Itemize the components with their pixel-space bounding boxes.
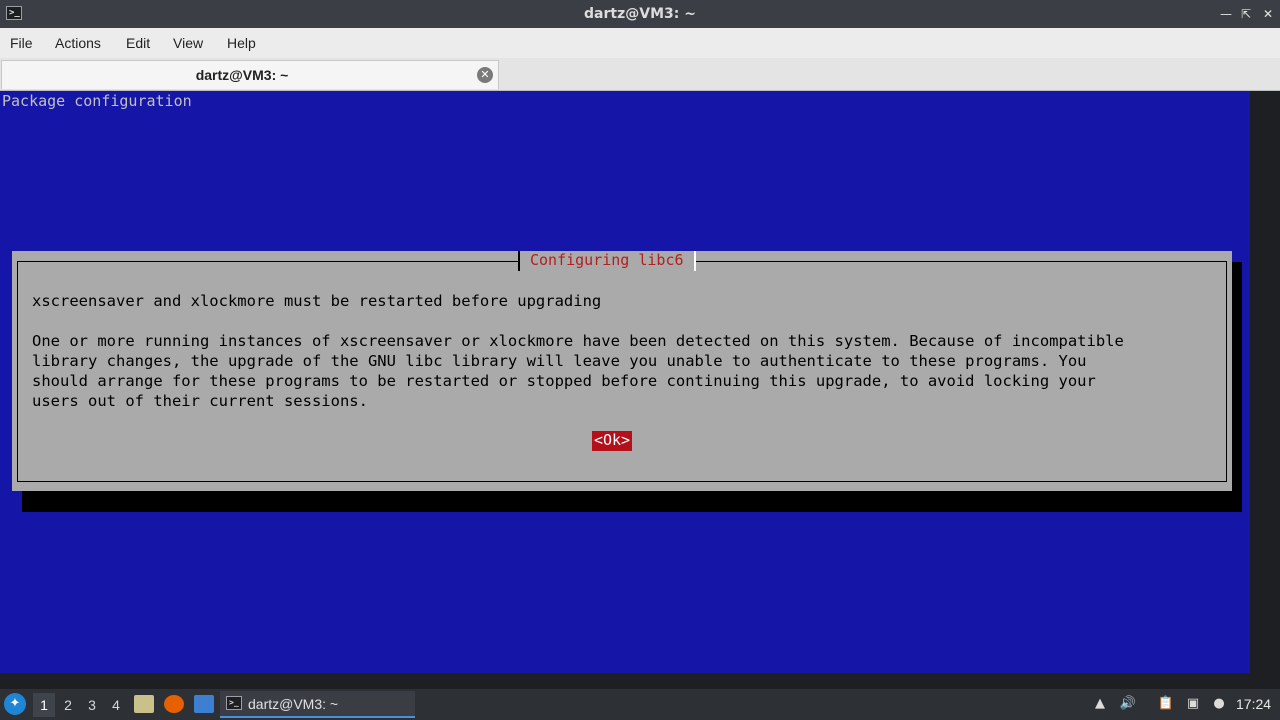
update-icon[interactable]: ● [1209, 694, 1229, 714]
terminal-icon: >_ [226, 696, 242, 710]
workspace-1[interactable]: 1 [33, 693, 55, 717]
dialog-body-line: One or more running instances of xscreen… [32, 332, 1124, 350]
package-configuration-header: Package configuration [2, 92, 192, 110]
restore-icon[interactable]: ⇱ [1236, 4, 1256, 24]
monitor-icon[interactable]: ▣ [1183, 694, 1203, 714]
window-titlebar[interactable]: >_ dartz@VM3: ~ — ⇱ ✕ [0, 0, 1280, 28]
tab-terminal[interactable]: dartz@VM3: ~ ✕ [1, 60, 499, 89]
desktop-icon[interactable] [194, 695, 214, 713]
menu-file[interactable]: File [10, 28, 33, 58]
terminal-bottom-edge [0, 673, 1280, 689]
ok-button[interactable]: <Ok> [592, 431, 632, 451]
clock[interactable]: 17:24 [1236, 689, 1271, 720]
menu-edit[interactable]: Edit [126, 28, 150, 58]
task-label: dartz@VM3: ~ [248, 696, 339, 712]
dialog-body-line: should arrange for these programs to be … [32, 372, 1096, 390]
terminal-view[interactable]: Package configuration Configuring libc6 … [0, 91, 1250, 673]
volume-icon[interactable]: 🔊 [1118, 694, 1138, 714]
dialog-heading: xscreensaver and xlockmore must be resta… [32, 292, 602, 310]
start-menu-icon[interactable]: ✦ [4, 693, 26, 715]
taskbar: ✦ 1 2 3 4 >_ dartz@VM3: ~ ▲ 🔊 📋 ▣ ● 17:2… [0, 689, 1280, 720]
menu-bar: File Actions Edit View Help [0, 28, 1280, 58]
tab-bar: dartz@VM3: ~ ✕ [0, 58, 1280, 91]
menu-help[interactable]: Help [227, 28, 256, 58]
workspace-4[interactable]: 4 [105, 693, 127, 717]
menu-actions[interactable]: Actions [55, 28, 101, 58]
files-icon[interactable] [134, 695, 154, 713]
dialog-title: Configuring libc6 [518, 251, 696, 271]
dialog-body-line: library changes, the upgrade of the GNU … [32, 352, 1087, 370]
tab-close-icon[interactable]: ✕ [477, 67, 493, 83]
dialog-body-line: users out of their current sessions. [32, 392, 368, 410]
taskbar-terminal-task[interactable]: >_ dartz@VM3: ~ [220, 691, 415, 718]
workspace-2[interactable]: 2 [57, 693, 79, 717]
workspace-3[interactable]: 3 [81, 693, 103, 717]
menu-view[interactable]: View [173, 28, 203, 58]
configuring-dialog: Configuring libc6 xscreensaver and xlock… [12, 251, 1232, 491]
firefox-icon[interactable] [164, 695, 184, 713]
clipboard-icon[interactable]: 📋 [1156, 694, 1176, 714]
minimize-icon[interactable]: — [1216, 4, 1236, 24]
terminal-scrollbar[interactable] [1250, 91, 1280, 673]
tab-label: dartz@VM3: ~ [195, 67, 289, 83]
close-icon[interactable]: ✕ [1258, 4, 1278, 24]
window-title: dartz@VM3: ~ [584, 6, 696, 22]
up-arrow-icon[interactable]: ▲ [1090, 694, 1110, 714]
